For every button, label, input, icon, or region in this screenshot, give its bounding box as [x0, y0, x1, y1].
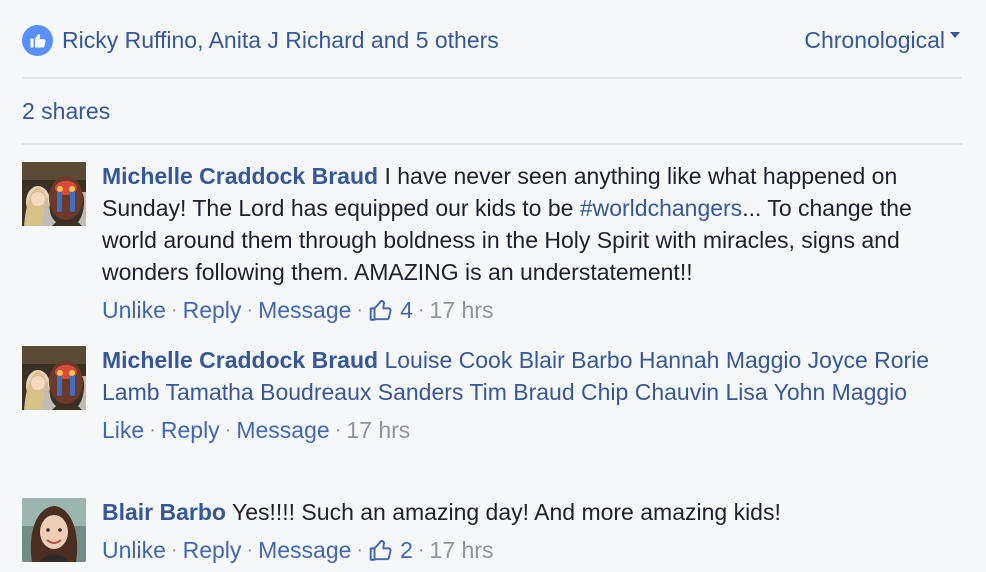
hashtag-link[interactable]: #worldchangers [580, 195, 742, 221]
comment-text-part: Yes!!!! Such an amazing day! And more am… [225, 499, 781, 525]
likers-link[interactable]: Ricky Ruffino, Anita J Richard and 5 oth… [62, 27, 499, 54]
comment-author[interactable]: Blair Barbo [102, 499, 226, 525]
comment-body: Michelle Craddock Braud Louise Cook Blai… [102, 344, 962, 446]
reaction-count[interactable]: 2 [368, 534, 413, 566]
reaction-count[interactable]: 4 [368, 294, 413, 326]
separator: · [149, 419, 156, 441]
reaction-count-value: 4 [400, 297, 413, 323]
comment-text: Blair Barbo Yes!!!! Such an amazing day!… [102, 496, 962, 528]
reply-button[interactable]: Reply [183, 294, 242, 326]
separator: · [224, 419, 232, 441]
comment-text: Michelle Craddock Braud I have never see… [102, 160, 962, 288]
divider [22, 143, 962, 145]
avatar[interactable] [22, 346, 86, 410]
comment-body: Michelle Craddock Braud I have never see… [102, 160, 962, 326]
message-button[interactable]: Message [236, 414, 329, 446]
separator: · [246, 539, 254, 561]
unlike-button[interactable]: Unlike [102, 534, 166, 566]
reply-button[interactable]: Reply [161, 414, 220, 446]
reply-button[interactable]: Reply [183, 534, 242, 566]
separator: · [334, 419, 342, 441]
timestamp[interactable]: 17 hrs [430, 534, 494, 566]
message-button[interactable]: Message [258, 294, 351, 326]
likes-left: Ricky Ruffino, Anita J Richard and 5 oth… [22, 24, 499, 56]
shares-link[interactable]: 2 shares [22, 98, 110, 125]
separator: · [170, 539, 178, 561]
sort-dropdown[interactable]: Chronological [804, 27, 960, 54]
comment-actions: Unlike · Reply · Message · 4 · 17 hrs [102, 294, 962, 326]
avatar[interactable] [22, 162, 86, 226]
thumbs-up-icon [369, 539, 392, 561]
like-thumb-icon [22, 24, 53, 56]
timestamp[interactable]: 17 hrs [346, 414, 410, 446]
likes-summary: Ricky Ruffino, Anita J Richard and 5 oth… [22, 22, 962, 58]
comment-text: Michelle Craddock Braud Louise Cook Blai… [102, 344, 962, 408]
separator: · [170, 299, 178, 321]
unlike-button[interactable]: Unlike [102, 294, 166, 326]
divider [22, 77, 962, 79]
chevron-down-icon [950, 32, 960, 38]
separator: · [417, 299, 425, 321]
avatar[interactable] [22, 498, 86, 562]
thumbs-up-icon [369, 299, 392, 321]
timestamp[interactable]: 17 hrs [430, 294, 494, 326]
comment-actions: Like · Reply · Message · 17 hrs [102, 414, 962, 446]
separator: · [356, 299, 364, 321]
like-button[interactable]: Like [102, 414, 144, 446]
separator: · [246, 299, 254, 321]
comment-body: Blair Barbo Yes!!!! Such an amazing day!… [102, 496, 962, 566]
separator: · [417, 539, 425, 561]
message-button[interactable]: Message [258, 534, 351, 566]
sort-label: Chronological [804, 26, 945, 53]
reaction-count-value: 2 [400, 537, 413, 563]
comment-author[interactable]: Michelle Craddock Braud [102, 347, 378, 373]
comment-actions: Unlike · Reply · Message · 2 · 17 hrs [102, 534, 962, 566]
comment-author[interactable]: Michelle Craddock Braud [102, 163, 378, 189]
separator: · [356, 539, 364, 561]
